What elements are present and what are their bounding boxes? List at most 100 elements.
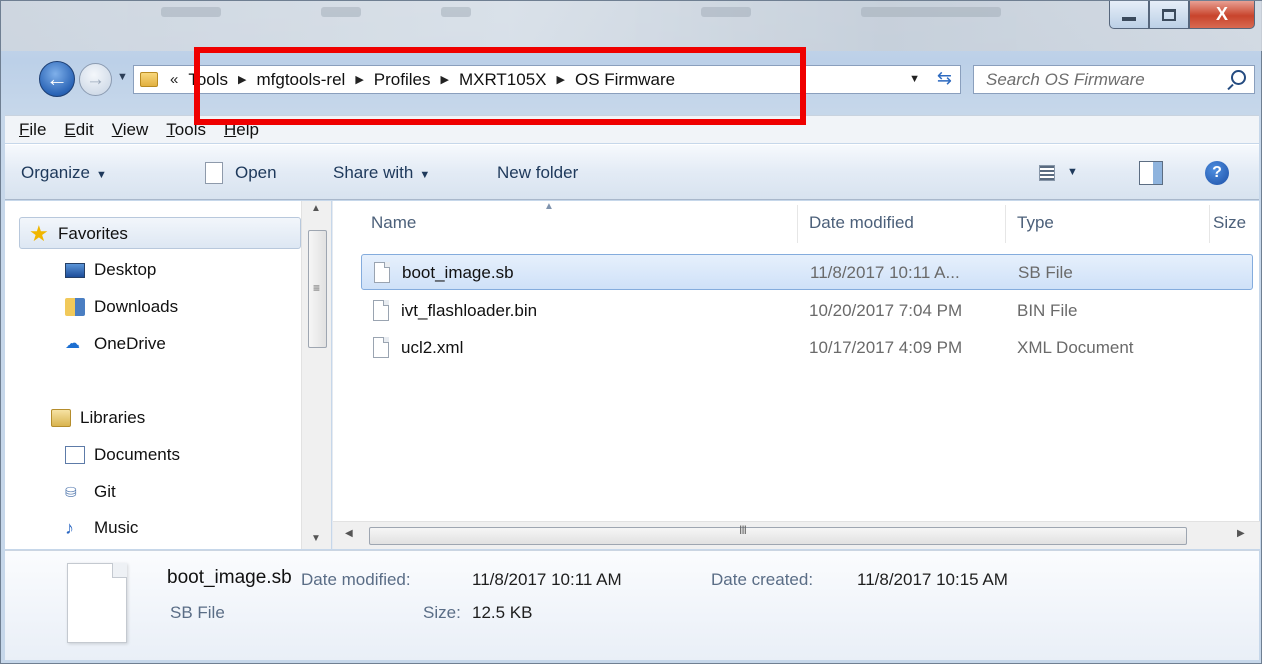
music-icon: ♪: [65, 518, 74, 538]
organize-label: Organize: [21, 163, 90, 182]
annotation-highlight-box: [194, 47, 806, 125]
column-header-type[interactable]: Type: [1017, 213, 1054, 233]
chevron-down-icon[interactable]: ▼: [1067, 166, 1078, 178]
close-button[interactable]: X: [1189, 1, 1255, 29]
scroll-left-icon[interactable]: ◀: [345, 528, 353, 539]
scroll-down-icon[interactable]: ▼: [311, 533, 321, 544]
file-date: 11/8/2017 10:11 A...: [810, 263, 960, 282]
open-button[interactable]: Open: [235, 163, 277, 183]
libraries-icon: [51, 409, 71, 427]
forward-button[interactable]: →: [79, 63, 112, 96]
chevron-down-icon: ▼: [419, 169, 431, 181]
file-name: boot_image.sb: [402, 263, 514, 282]
column-header-name[interactable]: Name: [371, 213, 416, 233]
background-app-blur: [1, 1, 1262, 51]
nav-desktop[interactable]: Desktop: [65, 257, 156, 283]
explorer-window: X ← → ▼ « Tools ▶ mfgtools-rel ▶ Profile…: [0, 0, 1262, 664]
refresh-icon[interactable]: ⇆: [937, 68, 952, 89]
search-box: [973, 65, 1255, 94]
nav-libraries-label: Libraries: [80, 408, 146, 427]
star-icon: ★: [29, 221, 49, 246]
file-type: BIN File: [1017, 301, 1078, 320]
column-divider[interactable]: [1209, 205, 1210, 243]
desktop-icon: [65, 262, 85, 278]
file-name: ucl2.xml: [401, 338, 464, 357]
new-folder-button[interactable]: New folder: [497, 163, 578, 183]
nav-downloads[interactable]: Downloads: [65, 294, 178, 320]
nav-documents[interactable]: Documents: [65, 442, 180, 468]
file-date: 10/17/2017 4:09 PM: [809, 338, 963, 357]
nav-desktop-label: Desktop: [94, 260, 157, 279]
share-with-button[interactable]: Share with ▼: [333, 163, 430, 183]
maximize-icon: [1162, 8, 1176, 21]
details-date-created-label: Date created:: [711, 570, 814, 589]
background-blot: [861, 7, 1001, 17]
background-blot: [441, 7, 471, 17]
downloads-icon: [65, 298, 85, 316]
scroll-thumb[interactable]: [369, 527, 1187, 545]
minimize-button[interactable]: [1109, 1, 1149, 29]
close-icon: X: [1215, 4, 1228, 24]
window-controls: X: [1109, 1, 1255, 31]
table-row[interactable]: ivt_flashloader.bin 10/20/2017 7:04 PM B…: [361, 293, 1253, 329]
scroll-up-icon[interactable]: ▲: [311, 203, 321, 214]
maximize-button[interactable]: [1149, 1, 1189, 29]
minimize-icon: [1122, 16, 1136, 21]
column-divider[interactable]: [1005, 205, 1006, 243]
help-icon[interactable]: ?: [1205, 161, 1229, 185]
back-button[interactable]: ←: [39, 61, 75, 97]
nav-libraries[interactable]: Libraries: [51, 405, 145, 431]
navigation-pane: ★ Favorites Desktop Downloads ☁ OneDrive…: [5, 201, 331, 549]
command-bar: Organize ▼ Open Share with ▼ New folder ▼ …: [5, 144, 1259, 200]
file-list: ▲ Name Date modified Type Size boot_imag…: [332, 201, 1260, 549]
git-library-icon: ⛁: [65, 484, 77, 500]
file-type: XML Document: [1017, 338, 1134, 357]
details-size-label: Size:: [423, 603, 461, 622]
organize-button[interactable]: Organize ▼: [21, 163, 107, 183]
nav-onedrive[interactable]: ☁ OneDrive: [65, 331, 166, 357]
preview-pane-icon[interactable]: [1139, 161, 1163, 185]
table-row[interactable]: ucl2.xml 10/17/2017 4:09 PM XML Document: [361, 330, 1253, 366]
file-icon: [374, 262, 390, 283]
file-icon: [373, 300, 389, 321]
column-header-date-modified[interactable]: Date modified: [809, 213, 914, 233]
scroll-right-icon[interactable]: ▶: [1237, 528, 1245, 539]
file-horizontal-scrollbar[interactable]: ◀ III ▶: [333, 521, 1260, 549]
nav-music-label: Music: [94, 518, 139, 537]
nav-git[interactable]: ⛁ Git: [65, 479, 116, 505]
table-row[interactable]: boot_image.sb 11/8/2017 10:11 A... SB Fi…: [361, 254, 1253, 290]
folder-icon: [140, 72, 158, 87]
details-size: 12.5 KB: [472, 603, 533, 622]
background-blot: [701, 7, 751, 17]
details-date-modified: 11/8/2017 10:11 AM: [472, 570, 622, 589]
details-file-name: boot_image.sb: [167, 567, 292, 588]
forward-arrow-icon: →: [86, 68, 105, 90]
menu-file[interactable]: File: [19, 120, 46, 140]
nav-favorites[interactable]: ★ Favorites: [29, 221, 128, 247]
menu-view[interactable]: View: [112, 120, 149, 140]
file-date: 10/20/2017 7:04 PM: [809, 301, 963, 320]
nav-music[interactable]: ♪ Music: [65, 515, 138, 541]
background-blot: [321, 7, 361, 17]
cloud-icon: ☁: [65, 335, 80, 352]
breadcrumb-overflow[interactable]: «: [170, 71, 178, 88]
column-header-size[interactable]: Size: [1213, 213, 1260, 233]
search-icon[interactable]: [1231, 70, 1246, 85]
change-view-icon[interactable]: [1039, 165, 1055, 181]
documents-icon: [65, 446, 85, 464]
menu-edit[interactable]: Edit: [64, 120, 93, 140]
open-icon: [205, 162, 223, 184]
nav-downloads-label: Downloads: [94, 297, 179, 316]
search-input[interactable]: [986, 69, 1226, 90]
details-file-type: SB File: [170, 603, 225, 622]
file-name: ivt_flashloader.bin: [401, 301, 538, 320]
details-date-modified-label: Date modified:: [301, 570, 411, 589]
nav-git-label: Git: [94, 482, 116, 501]
recent-pages-dropdown-icon[interactable]: ▼: [117, 71, 128, 83]
nav-vertical-scrollbar[interactable]: ▲ ≡ ▼: [301, 201, 331, 549]
column-divider[interactable]: [797, 205, 798, 243]
file-type: SB File: [1018, 263, 1073, 282]
details-date-created: 11/8/2017 10:15 AM: [857, 570, 1008, 589]
address-history-dropdown-icon[interactable]: ▼: [909, 73, 920, 85]
details-pane: boot_image.sb Date modified: 11/8/2017 1…: [5, 550, 1259, 660]
